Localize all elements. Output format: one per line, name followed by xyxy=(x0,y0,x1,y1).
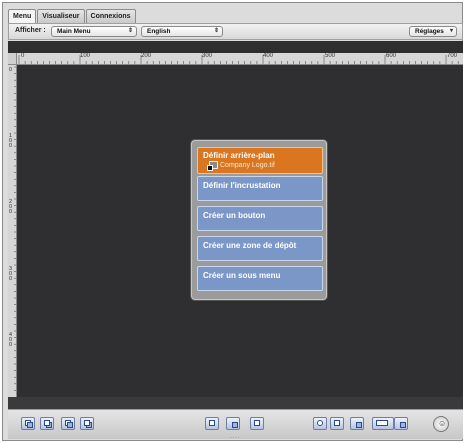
person-icon: ☺ xyxy=(438,419,447,428)
ruler-label: 400 xyxy=(263,53,274,59)
menu-item-definir-arriere-plan[interactable]: Définir arrière-plan Company Logo.tif xyxy=(197,147,323,174)
title-safe-button[interactable] xyxy=(372,417,394,430)
language-select[interactable]: English ⇕ xyxy=(141,26,223,37)
bring-forward-button[interactable] xyxy=(21,417,35,430)
guides-icon xyxy=(400,422,406,428)
oval-icon xyxy=(317,420,323,426)
toolbar: Afficher : Main Menu ⇕ English ⇕ Réglage… xyxy=(8,23,463,40)
submenu-icon xyxy=(232,422,238,428)
send-backward-button[interactable] xyxy=(61,417,75,430)
menu-item-creer-sous-menu[interactable]: Créer un sous menu xyxy=(197,266,323,291)
layer-icon xyxy=(44,420,50,426)
editor-window: Menu Visualiseur Connexions Afficher : M… xyxy=(2,2,463,441)
reglages-label: Réglages xyxy=(415,28,444,35)
tab-connexions[interactable]: Connexions xyxy=(85,9,136,23)
bring-to-front-button[interactable] xyxy=(40,417,54,430)
vertical-ruler: 0 100 200 300 400 xyxy=(8,65,17,397)
menu-item-label: Créer un bouton xyxy=(203,211,266,220)
ruler-band xyxy=(8,41,463,53)
ruler-label: 0 xyxy=(21,53,25,59)
layer-icon xyxy=(67,422,73,428)
safe-area-icon xyxy=(376,420,388,426)
ruler-label: 0 xyxy=(9,67,13,73)
image-file-icon xyxy=(207,161,218,171)
folder-icon xyxy=(209,420,215,426)
resize-grip[interactable]: .... xyxy=(230,434,241,440)
text-icon xyxy=(356,422,362,428)
ruler-label: 700 xyxy=(447,53,458,59)
ruler-label: 100 xyxy=(9,133,13,149)
afficher-label: Afficher : xyxy=(15,27,46,34)
funnel-icon xyxy=(334,420,340,426)
reglages-button[interactable]: Réglages ▾ xyxy=(409,26,457,37)
ruler-label: 400 xyxy=(9,332,13,348)
menu-item-label: Définir l'incrustation xyxy=(203,181,281,190)
horizontal-ruler: 0 100 200 300 400 500 600 700 xyxy=(17,53,463,65)
chevron-down-icon: ▾ xyxy=(449,28,453,34)
guides-button[interactable] xyxy=(394,417,408,430)
layer-icon xyxy=(27,422,33,428)
bottom-toolbar: ☺ .... xyxy=(8,409,463,440)
text-button[interactable] xyxy=(350,417,364,430)
attachment: Company Logo.tif xyxy=(207,161,317,171)
layer-icon xyxy=(84,420,90,426)
menu-item-label: Créer un sous menu xyxy=(203,271,281,280)
tab-menu[interactable]: Menu xyxy=(8,9,37,24)
menu-select-value: Main Menu xyxy=(57,28,91,35)
menu-canvas[interactable]: Définir arrière-plan Company Logo.tif Dé… xyxy=(17,65,463,397)
menu-item-label: Créer une zone de dépôt xyxy=(203,241,297,250)
drop-zone-button[interactable] xyxy=(330,417,344,430)
simulate-button[interactable]: ☺ xyxy=(433,416,449,432)
updown-arrows-icon: ⇕ xyxy=(127,28,133,34)
add-submenu-button[interactable] xyxy=(226,417,240,430)
ruler-label: 200 xyxy=(9,199,13,215)
tab-bar: Menu Visualiseur Connexions xyxy=(8,9,137,24)
send-to-back-button[interactable] xyxy=(80,417,94,430)
attachment-filename: Company Logo.tif xyxy=(220,161,275,169)
ruler-corner xyxy=(8,53,17,65)
ruler-label: 300 xyxy=(9,266,13,282)
menu-item-creer-bouton[interactable]: Créer un bouton xyxy=(197,206,323,231)
menu-select[interactable]: Main Menu ⇕ xyxy=(51,26,137,37)
list-icon xyxy=(254,420,260,426)
menu-panel: Définir arrière-plan Company Logo.tif Dé… xyxy=(191,140,327,300)
list-view-button[interactable] xyxy=(250,417,264,430)
add-menu-button[interactable] xyxy=(205,417,219,430)
bottom-band xyxy=(8,397,463,409)
menu-item-creer-zone-depot[interactable]: Créer une zone de dépôt xyxy=(197,236,323,261)
ruler-label: 300 xyxy=(202,53,213,59)
tab-visualiseur[interactable]: Visualiseur xyxy=(37,9,85,23)
ruler-label: 100 xyxy=(80,53,91,59)
language-select-value: English xyxy=(147,28,171,35)
menu-item-label: Définir arrière-plan xyxy=(203,151,275,160)
ruler-label: 600 xyxy=(386,53,397,59)
ruler-label: 200 xyxy=(141,53,152,59)
menu-item-definir-incrustation[interactable]: Définir l'incrustation xyxy=(197,176,323,201)
updown-arrows-icon: ⇕ xyxy=(213,28,219,34)
shape-button[interactable] xyxy=(313,417,327,430)
ruler-label: 500 xyxy=(325,53,336,59)
